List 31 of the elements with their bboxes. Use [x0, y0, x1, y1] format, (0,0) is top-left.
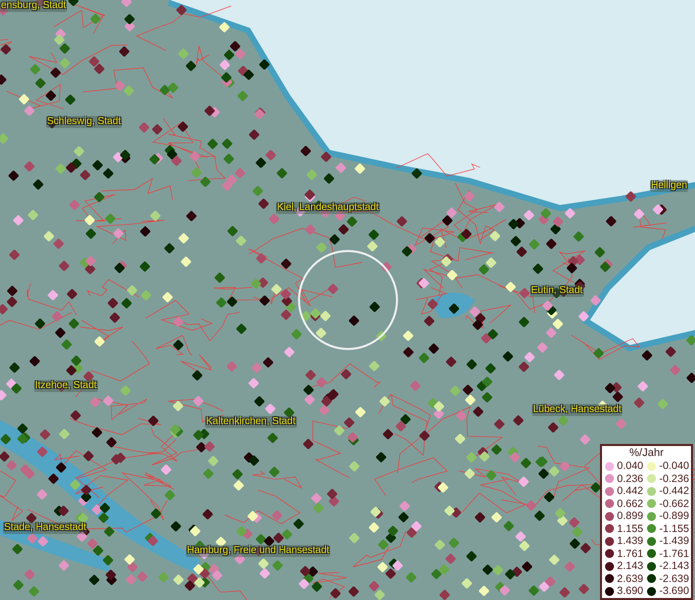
legend-value: 3.690 [617, 585, 644, 598]
legend-value: -0.662 [659, 498, 690, 510]
place-label: Hamburg, Freie und Hansestadt [186, 545, 330, 557]
legend-value: 2.143 [617, 560, 644, 572]
place-label: Lübeck, Hansestadt [532, 404, 622, 416]
legend-value: 1.439 [617, 535, 644, 548]
legend-value: 0.899 [617, 510, 644, 522]
legend-value: 0.442 [617, 485, 644, 498]
legend-value: 1.155 [617, 522, 644, 535]
legend-title: %/Jahr [629, 447, 664, 460]
legend-value: -1.761 [659, 548, 690, 560]
place-label: Itzehoe, Stadt [34, 380, 98, 392]
legend-value: -1.155 [659, 522, 690, 535]
legend-value: -1.439 [659, 535, 690, 548]
legend-value: 2.639 [617, 572, 644, 585]
legend-value: 0.040 [617, 460, 644, 472]
legend-value: 1.761 [617, 548, 644, 560]
legend-value: 0.662 [617, 498, 644, 510]
legend-value: -0.899 [659, 510, 690, 522]
place-label: ensburg, Stadt [0, 0, 68, 12]
legend-value: -3.690 [659, 585, 690, 598]
legend-value: -0.236 [659, 472, 690, 485]
legend-value: 0.236 [617, 472, 644, 485]
map-drawing[interactable] [0, 0, 695, 600]
place-label: Heiligen [650, 180, 688, 192]
legend-value: -2.639 [659, 572, 690, 585]
legend-value: -0.442 [659, 485, 690, 498]
place-label: Stade, Hansestadt [3, 522, 88, 534]
place-label: Kaltenkirchen, Stadt [205, 416, 296, 428]
legend-value: -2.143 [659, 560, 690, 572]
legend-value: -0.040 [659, 460, 690, 472]
